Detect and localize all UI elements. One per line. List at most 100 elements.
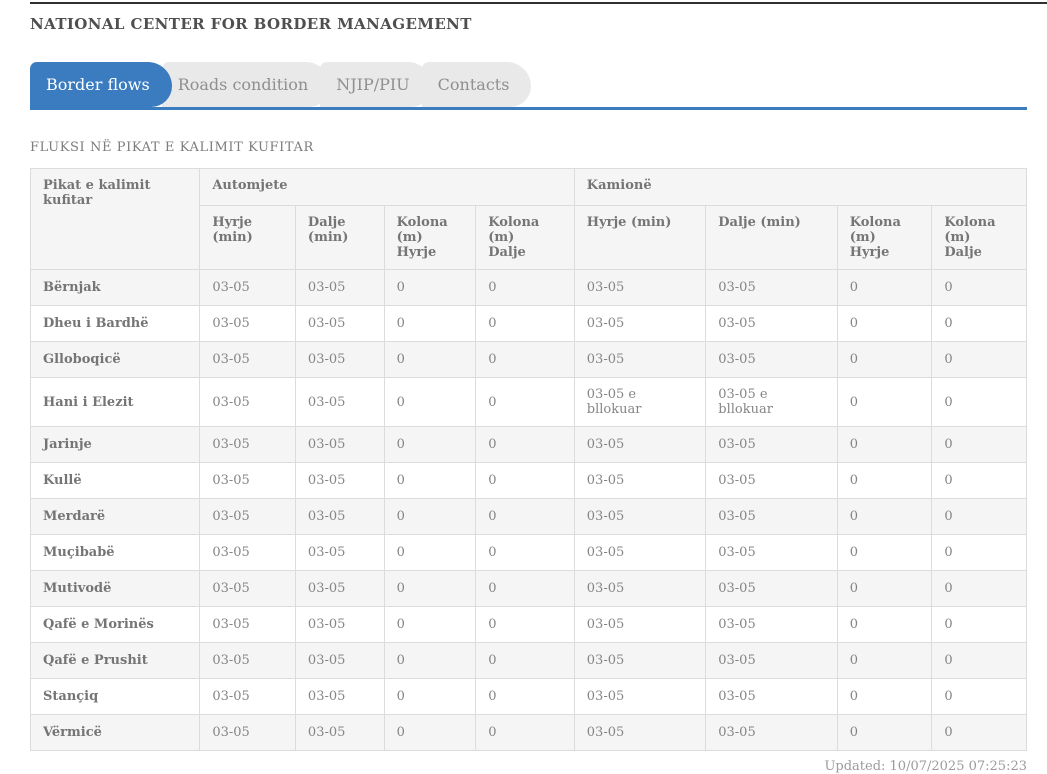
cell-value: 0	[384, 535, 476, 571]
cell-value: 0	[932, 715, 1027, 751]
cell-value: 03-05	[200, 679, 296, 715]
table-row: Hani i Elezit03-0503-050003-05 e bllokua…	[31, 378, 1027, 427]
tab-roads-condition[interactable]: Roads condition	[162, 62, 331, 107]
column-header-exit-min: Dalje (min)	[706, 206, 837, 270]
cell-value: 0	[932, 571, 1027, 607]
cell-value: 03-05	[200, 715, 296, 751]
updated-timestamp: Updated: 10/07/2025 07:25:23	[30, 759, 1027, 774]
cell-value: 03-05	[574, 270, 705, 306]
crossing-point-name: Muçibabë	[31, 535, 200, 571]
crossing-point-name: Kullë	[31, 463, 200, 499]
cell-value: 03-05	[295, 306, 384, 342]
group-header-trucks: Kamionë	[574, 169, 1026, 206]
table-row: Kullë03-0503-050003-0503-0500	[31, 463, 1027, 499]
cell-value: 03-05	[574, 535, 705, 571]
cell-value: 03-05	[295, 378, 384, 427]
cell-value: 0	[476, 715, 575, 751]
table-row: Qafë e Prushit03-0503-050003-0503-0500	[31, 643, 1027, 679]
cell-value: 0	[476, 342, 575, 378]
crossing-point-name: Jarinje	[31, 427, 200, 463]
cell-value: 0	[384, 499, 476, 535]
cell-value: 03-05	[200, 463, 296, 499]
column-header-crossing-points: Pikat e kalimit kufitar	[31, 169, 200, 270]
section-heading: FLUKSI NË PIKAT E KALIMIT KUFITAR	[30, 140, 1047, 155]
cell-value: 03-05	[574, 306, 705, 342]
cell-value: 0	[932, 378, 1027, 427]
cell-value: 03-05	[706, 270, 837, 306]
column-header-queue-entry: Kolona (m) Hyrje	[384, 206, 476, 270]
column-header-entry-min: Hyrje (min)	[574, 206, 705, 270]
crossing-point-name: Mutivodë	[31, 571, 200, 607]
cell-value: 03-05	[200, 378, 296, 427]
cell-value: 0	[837, 607, 932, 643]
cell-value: 03-05	[200, 643, 296, 679]
cell-value: 03-05	[295, 715, 384, 751]
table-row: Glloboqicë03-0503-050003-0503-0500	[31, 342, 1027, 378]
table-row: Mutivodë03-0503-050003-0503-0500	[31, 571, 1027, 607]
cell-value: 03-05	[200, 270, 296, 306]
cell-value: 0	[932, 679, 1027, 715]
cell-value: 03-05	[295, 499, 384, 535]
cell-value: 03-05	[295, 270, 384, 306]
group-header-row: Pikat e kalimit kufitar Automjete Kamion…	[31, 169, 1027, 206]
cell-value: 0	[476, 607, 575, 643]
table-row: Merdarë03-0503-050003-0503-0500	[31, 499, 1027, 535]
cell-value: 03-05	[200, 535, 296, 571]
table-row: Jarinje03-0503-050003-0503-0500	[31, 427, 1027, 463]
cell-value: 03-05	[295, 463, 384, 499]
top-divider	[30, 2, 1047, 4]
cell-value: 0	[837, 306, 932, 342]
tab-njip-piu[interactable]: NJIP/PIU	[320, 62, 431, 107]
cell-value: 0	[837, 463, 932, 499]
cell-value: 0	[476, 535, 575, 571]
crossing-point-name: Bërnjak	[31, 270, 200, 306]
cell-value: 0	[837, 427, 932, 463]
cell-value: 03-05	[706, 306, 837, 342]
cell-value: 03-05	[200, 342, 296, 378]
cell-value: 03-05	[574, 679, 705, 715]
cell-value: 0	[932, 342, 1027, 378]
cell-value: 03-05	[200, 499, 296, 535]
tab-border-flows[interactable]: Border flows	[30, 62, 172, 107]
table-row: Stançiq03-0503-050003-0503-0500	[31, 679, 1027, 715]
cell-value: 03-05	[706, 535, 837, 571]
group-header-vehicles: Automjete	[200, 169, 574, 206]
cell-value: 03-05	[200, 427, 296, 463]
table-row: Muçibabë03-0503-050003-0503-0500	[31, 535, 1027, 571]
cell-value: 0	[932, 463, 1027, 499]
cell-value: 03-05	[574, 715, 705, 751]
cell-value: 0	[384, 715, 476, 751]
tab-contacts[interactable]: Contacts	[422, 62, 532, 107]
cell-value: 0	[837, 499, 932, 535]
crossing-point-name: Merdarë	[31, 499, 200, 535]
cell-value: 03-05	[574, 463, 705, 499]
cell-value: 0	[932, 535, 1027, 571]
cell-value: 03-05	[706, 643, 837, 679]
cell-value: 03-05	[706, 463, 837, 499]
column-header-exit-min: Dalje (min)	[295, 206, 384, 270]
cell-value: 0	[932, 607, 1027, 643]
cell-value: 03-05	[295, 535, 384, 571]
cell-value: 03-05	[706, 607, 837, 643]
cell-value: 0	[932, 306, 1027, 342]
cell-value: 0	[932, 427, 1027, 463]
cell-value: 0	[384, 342, 476, 378]
cell-value: 0	[384, 270, 476, 306]
cell-value: 0	[837, 378, 932, 427]
cell-value: 0	[384, 679, 476, 715]
cell-value: 0	[837, 270, 932, 306]
cell-value: 0	[837, 643, 932, 679]
table-body: Bërnjak03-0503-050003-0503-0500Dheu i Ba…	[31, 270, 1027, 751]
table-row: Dheu i Bardhë03-0503-050003-0503-0500	[31, 306, 1027, 342]
cell-value: 0	[476, 571, 575, 607]
cell-value: 03-05	[706, 342, 837, 378]
cell-value: 03-05	[574, 571, 705, 607]
cell-value: 0	[476, 427, 575, 463]
page-title: NATIONAL CENTER FOR BORDER MANAGEMENT	[30, 15, 1047, 33]
cell-value: 03-05	[295, 643, 384, 679]
cell-value: 0	[476, 499, 575, 535]
crossing-point-name: Vërmicë	[31, 715, 200, 751]
cell-value: 03-05	[706, 427, 837, 463]
cell-value: 03-05	[574, 499, 705, 535]
crossing-point-name: Stançiq	[31, 679, 200, 715]
